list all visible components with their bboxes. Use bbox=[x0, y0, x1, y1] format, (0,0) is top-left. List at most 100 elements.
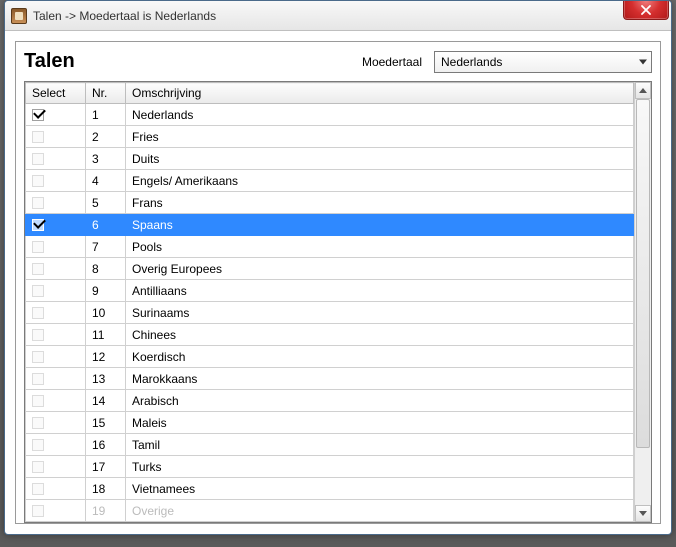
cell-nr: 8 bbox=[86, 258, 126, 280]
cell-select[interactable] bbox=[26, 390, 86, 412]
col-header-select[interactable]: Select bbox=[26, 83, 86, 104]
titlebar[interactable]: Talen -> Moedertaal is Nederlands bbox=[5, 1, 671, 31]
cell-select[interactable] bbox=[26, 478, 86, 500]
cell-nr: 7 bbox=[86, 236, 126, 258]
cell-omschrijving: Nederlands bbox=[126, 104, 634, 126]
table-container: Select Nr. Omschrijving 1Nederlands2Frie… bbox=[24, 81, 652, 523]
cell-select[interactable] bbox=[26, 126, 86, 148]
cell-select[interactable] bbox=[26, 214, 86, 236]
checkbox[interactable] bbox=[32, 329, 44, 341]
checkbox[interactable] bbox=[32, 483, 44, 495]
close-button[interactable] bbox=[623, 0, 669, 20]
checkbox[interactable] bbox=[32, 417, 44, 429]
cell-select[interactable] bbox=[26, 258, 86, 280]
scroll-down-button[interactable] bbox=[635, 505, 651, 522]
scroll-thumb[interactable] bbox=[636, 99, 650, 448]
cell-select[interactable] bbox=[26, 346, 86, 368]
cell-select[interactable] bbox=[26, 456, 86, 478]
table-row[interactable]: 11Chinees bbox=[26, 324, 634, 346]
table-row[interactable]: 15Maleis bbox=[26, 412, 634, 434]
cell-omschrijving: Koerdisch bbox=[126, 346, 634, 368]
checkbox[interactable] bbox=[32, 505, 44, 517]
cell-omschrijving: Chinees bbox=[126, 324, 634, 346]
cell-omschrijving: Pools bbox=[126, 236, 634, 258]
checkbox[interactable] bbox=[32, 153, 44, 165]
cell-select[interactable] bbox=[26, 236, 86, 258]
table-row[interactable]: 5Frans bbox=[26, 192, 634, 214]
checkbox[interactable] bbox=[32, 461, 44, 473]
checkbox[interactable] bbox=[32, 373, 44, 385]
col-header-nr[interactable]: Nr. bbox=[86, 83, 126, 104]
vertical-scrollbar[interactable] bbox=[634, 82, 651, 522]
table-row[interactable]: 7Pools bbox=[26, 236, 634, 258]
table-row[interactable]: 10Surinaams bbox=[26, 302, 634, 324]
window-title: Talen -> Moedertaal is Nederlands bbox=[33, 9, 216, 23]
table-row[interactable]: 4Engels/ Amerikaans bbox=[26, 170, 634, 192]
cell-select[interactable] bbox=[26, 192, 86, 214]
cell-select[interactable] bbox=[26, 302, 86, 324]
page-title: Talen bbox=[24, 50, 75, 73]
checkbox[interactable] bbox=[32, 439, 44, 451]
table-row[interactable]: 16Tamil bbox=[26, 434, 634, 456]
moedertaal-dropdown[interactable]: Nederlands bbox=[434, 51, 652, 73]
content-panel: Talen Moedertaal Nederlands Select Nr. O… bbox=[15, 41, 661, 524]
cell-select[interactable] bbox=[26, 148, 86, 170]
table-area: Select Nr. Omschrijving 1Nederlands2Frie… bbox=[25, 82, 634, 522]
close-icon bbox=[641, 5, 651, 15]
cell-omschrijving: Fries bbox=[126, 126, 634, 148]
cell-select[interactable] bbox=[26, 104, 86, 126]
checkbox[interactable] bbox=[32, 219, 44, 231]
cell-nr: 4 bbox=[86, 170, 126, 192]
cell-select[interactable] bbox=[26, 434, 86, 456]
checkbox[interactable] bbox=[32, 351, 44, 363]
cell-nr: 11 bbox=[86, 324, 126, 346]
table-row[interactable]: 9Antilliaans bbox=[26, 280, 634, 302]
moedertaal-label: Moedertaal bbox=[362, 55, 422, 69]
col-header-omschrijving[interactable]: Omschrijving bbox=[126, 83, 634, 104]
cell-select[interactable] bbox=[26, 368, 86, 390]
cell-nr: 6 bbox=[86, 214, 126, 236]
chevron-down-icon bbox=[639, 511, 647, 516]
checkbox[interactable] bbox=[32, 175, 44, 187]
cell-select[interactable] bbox=[26, 280, 86, 302]
cell-select[interactable] bbox=[26, 412, 86, 434]
cell-nr: 12 bbox=[86, 346, 126, 368]
cell-omschrijving: Vietnamees bbox=[126, 478, 634, 500]
checkbox[interactable] bbox=[32, 241, 44, 253]
checkbox[interactable] bbox=[32, 131, 44, 143]
checkbox[interactable] bbox=[32, 197, 44, 209]
checkbox[interactable] bbox=[32, 263, 44, 275]
table-body: 1Nederlands2Fries3Duits4Engels/ Amerikaa… bbox=[26, 104, 634, 522]
checkbox[interactable] bbox=[32, 307, 44, 319]
table-row[interactable]: 18Vietnamees bbox=[26, 478, 634, 500]
table-row[interactable]: 3Duits bbox=[26, 148, 634, 170]
checkbox[interactable] bbox=[32, 109, 44, 121]
table-row[interactable]: 8Overig Europees bbox=[26, 258, 634, 280]
cell-omschrijving: Duits bbox=[126, 148, 634, 170]
cell-omschrijving: Surinaams bbox=[126, 302, 634, 324]
cell-select[interactable] bbox=[26, 500, 86, 522]
cell-omschrijving: Antilliaans bbox=[126, 280, 634, 302]
scroll-up-button[interactable] bbox=[635, 82, 651, 99]
table-row[interactable]: 13Marokkaans bbox=[26, 368, 634, 390]
cell-nr: 15 bbox=[86, 412, 126, 434]
table-row[interactable]: 17Turks bbox=[26, 456, 634, 478]
table-row[interactable]: 19Overige bbox=[26, 500, 634, 522]
cell-select[interactable] bbox=[26, 324, 86, 346]
cell-omschrijving: Maleis bbox=[126, 412, 634, 434]
table-row[interactable]: 6Spaans bbox=[26, 214, 634, 236]
app-window: Talen -> Moedertaal is Nederlands Talen … bbox=[4, 0, 672, 535]
table-row[interactable]: 1Nederlands bbox=[26, 104, 634, 126]
table-row[interactable]: 2Fries bbox=[26, 126, 634, 148]
cell-nr: 3 bbox=[86, 148, 126, 170]
checkbox[interactable] bbox=[32, 395, 44, 407]
cell-omschrijving: Marokkaans bbox=[126, 368, 634, 390]
table-row[interactable]: 14Arabisch bbox=[26, 390, 634, 412]
table-header-row: Select Nr. Omschrijving bbox=[26, 83, 634, 104]
cell-select[interactable] bbox=[26, 170, 86, 192]
cell-nr: 14 bbox=[86, 390, 126, 412]
checkbox[interactable] bbox=[32, 285, 44, 297]
cell-nr: 16 bbox=[86, 434, 126, 456]
table-row[interactable]: 12Koerdisch bbox=[26, 346, 634, 368]
scroll-track[interactable] bbox=[635, 99, 651, 505]
